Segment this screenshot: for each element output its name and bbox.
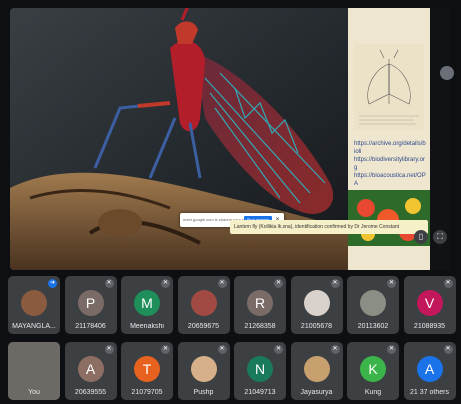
participant-name: Pushp — [193, 389, 214, 396]
participant-tile[interactable]: N ✕ 21049713 — [234, 342, 286, 400]
presentation-area: https://archive.org/details/bioli https:… — [10, 8, 450, 270]
mic-off-icon[interactable]: ✕ — [161, 279, 170, 288]
participant-name: 20113602 — [357, 323, 389, 330]
avatar: P — [77, 290, 104, 316]
insect-illustration-icon — [354, 44, 424, 130]
more-options-icon[interactable]: ➜ — [48, 279, 57, 288]
side-handle[interactable] — [440, 66, 454, 80]
participant-tile[interactable]: You — [8, 342, 60, 400]
participant-tile[interactable]: ✕ 21005678 — [290, 276, 343, 334]
mic-off-icon[interactable]: ✕ — [104, 345, 114, 354]
participant-name: 21178406 — [75, 323, 106, 330]
avatar: K — [360, 356, 386, 382]
participant-name: 21 37 others — [410, 389, 449, 396]
participant-tile[interactable]: ➜ MAYANGLA... — [8, 276, 60, 334]
participant-tile[interactable]: ✕ Jayasurya — [290, 342, 343, 400]
reference-link[interactable]: https://bioacoustica.net/OPA — [354, 172, 426, 188]
avatar-photo — [360, 290, 386, 316]
avatar: M — [134, 290, 160, 316]
mic-off-icon[interactable]: ✕ — [217, 279, 227, 288]
participant-name: Jayasurya — [300, 389, 333, 396]
participant-tile[interactable]: R ✕ 21268358 — [234, 276, 286, 334]
participant-tile[interactable]: K ✕ Kung — [347, 342, 399, 400]
participant-tile[interactable]: ✕ 20659675 — [177, 276, 230, 334]
participant-name: 20659675 — [187, 323, 220, 330]
participant-tile[interactable]: A ✕ 21 37 others — [403, 342, 456, 400]
mic-off-icon[interactable]: ✕ — [443, 279, 453, 288]
participant-tile[interactable]: M ✕ Meenakshi — [121, 276, 173, 334]
avatar-photo — [21, 290, 47, 316]
reference-links[interactable]: https://archive.org/details/bioli https:… — [354, 140, 426, 188]
mic-off-icon[interactable]: ✕ — [161, 345, 170, 354]
participant-name: 21079705 — [131, 389, 163, 396]
mic-off-icon[interactable]: ✕ — [387, 345, 396, 354]
pin-icon: ▯ — [418, 232, 424, 241]
fullscreen-button[interactable]: ⛶ — [433, 230, 447, 244]
participant-tile[interactable]: P ✕ 21178406 — [64, 276, 117, 334]
mic-off-icon[interactable]: ✕ — [274, 345, 283, 354]
avatar: A — [416, 356, 443, 382]
mic-off-icon[interactable]: ✕ — [443, 345, 453, 354]
avatar-photo — [190, 290, 217, 316]
participant-name: 21005678 — [300, 323, 333, 330]
mic-off-icon[interactable]: ✕ — [274, 279, 283, 288]
participant-name: 21268358 — [244, 323, 276, 330]
reference-link[interactable]: https://archive.org/details/bioli — [354, 140, 426, 156]
participant-grid: ➜ MAYANGLA... P ✕ 21178406 M ✕ Meenakshi ✕ 206596… — [0, 274, 461, 404]
mic-off-icon[interactable]: ✕ — [330, 279, 340, 288]
participant-tile[interactable]: A ✕ 20639555 — [64, 342, 117, 400]
participant-name: Kung — [364, 389, 382, 396]
image-caption: Lantern fly (Kollikia lk.sna), identific… — [230, 220, 428, 234]
fullscreen-icon: ⛶ — [437, 232, 443, 241]
participant-tile[interactable]: ✕ 20113602 — [347, 276, 399, 334]
avatar: V — [416, 290, 443, 316]
mic-off-icon[interactable]: ✕ — [217, 345, 227, 354]
mic-off-icon[interactable]: ✕ — [330, 345, 340, 354]
participant-name: 21088935 — [413, 323, 446, 330]
avatar: R — [247, 290, 273, 316]
participant-name: 20639555 — [74, 389, 107, 396]
mic-off-icon[interactable]: ✕ — [387, 279, 396, 288]
pin-button[interactable]: ▯ — [414, 230, 428, 244]
participant-name: You — [28, 389, 40, 396]
participant-tile[interactable]: T ✕ 21079705 — [121, 342, 173, 400]
participant-name: 21049713 — [244, 389, 276, 396]
avatar: N — [247, 356, 273, 382]
avatar-photo — [303, 290, 330, 316]
mic-off-icon[interactable]: ✕ — [104, 279, 114, 288]
participant-name: MAYANGLA... — [12, 323, 56, 330]
participant-tile[interactable]: V ✕ 21088935 — [403, 276, 456, 334]
participant-tile[interactable]: ✕ Pushp — [177, 342, 230, 400]
participant-name: Meenakshi — [130, 323, 164, 330]
avatar-photo — [190, 356, 217, 382]
avatar: T — [134, 356, 160, 382]
reference-link[interactable]: https://biodiversitylibrary.org — [354, 156, 426, 172]
avatar-photo — [303, 356, 330, 382]
avatar: A — [77, 356, 104, 382]
